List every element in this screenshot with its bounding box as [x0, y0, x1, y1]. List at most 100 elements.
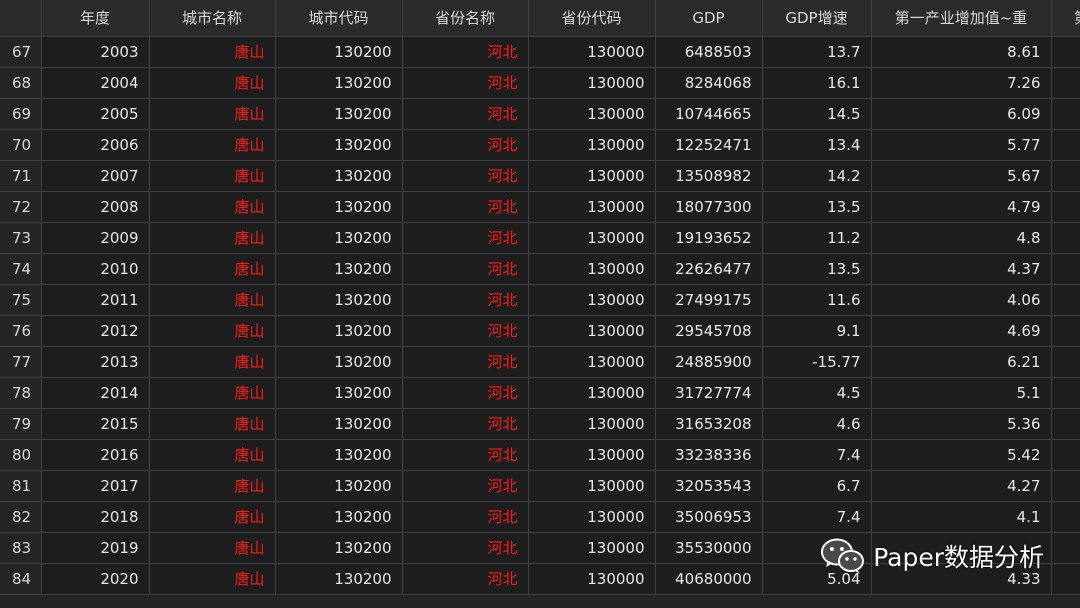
- cell-year[interactable]: 2014: [41, 377, 150, 409]
- cell-primary-industry[interactable]: 4.8: [871, 222, 1052, 254]
- cell-city-name[interactable]: 唐山: [149, 439, 276, 471]
- cell-gdp-growth[interactable]: 13.5: [762, 191, 872, 223]
- cell-city-code[interactable]: 130200: [275, 284, 403, 316]
- cell-city-code[interactable]: 130200: [275, 253, 403, 285]
- cell-province-code[interactable]: 130000: [528, 67, 656, 99]
- row-index[interactable]: 81: [0, 470, 42, 502]
- table-row[interactable]: 73 2009 唐山 130200 河北 130000 19193652 11.2 4.8: [0, 222, 1080, 254]
- cell-city-name[interactable]: 唐山: [149, 36, 276, 68]
- row-index[interactable]: 84: [0, 563, 42, 595]
- cell-primary-industry[interactable]: 6.09: [871, 98, 1052, 130]
- cell-primary-industry[interactable]: 7.26: [871, 67, 1052, 99]
- cell-city-name[interactable]: 唐山: [149, 377, 276, 409]
- cell-city-name[interactable]: 唐山: [149, 129, 276, 161]
- cell-gdp-growth[interactable]: 4.6: [762, 408, 872, 440]
- cell-city-code[interactable]: 130200: [275, 377, 403, 409]
- cell-city-name[interactable]: 唐山: [149, 222, 276, 254]
- cell-truncated[interactable]: [1051, 67, 1080, 99]
- cell-year[interactable]: 2010: [41, 253, 150, 285]
- cell-truncated[interactable]: [1051, 346, 1080, 378]
- cell-province-name[interactable]: 河北: [402, 346, 529, 378]
- cell-city-code[interactable]: 130200: [275, 315, 403, 347]
- column-header-index[interactable]: [0, 0, 42, 37]
- cell-gdp[interactable]: 22626477: [655, 253, 763, 285]
- cell-primary-industry[interactable]: 4.69: [871, 315, 1052, 347]
- cell-truncated[interactable]: [1051, 377, 1080, 409]
- cell-truncated[interactable]: [1051, 284, 1080, 316]
- cell-truncated[interactable]: [1051, 36, 1080, 68]
- cell-city-code[interactable]: 130200: [275, 98, 403, 130]
- cell-gdp[interactable]: 19193652: [655, 222, 763, 254]
- cell-city-name[interactable]: 唐山: [149, 315, 276, 347]
- cell-province-code[interactable]: 130000: [528, 191, 656, 223]
- row-index[interactable]: 70: [0, 129, 42, 161]
- cell-gdp[interactable]: 27499175: [655, 284, 763, 316]
- cell-province-code[interactable]: 130000: [528, 98, 656, 130]
- cell-gdp-growth[interactable]: [762, 532, 872, 564]
- column-header[interactable]: GDP: [655, 0, 763, 37]
- cell-province-code[interactable]: 130000: [528, 315, 656, 347]
- cell-city-code[interactable]: 130200: [275, 346, 403, 378]
- table-row[interactable]: 81 2017 唐山 130200 河北 130000 32053543 6.7 4.27: [0, 470, 1080, 502]
- column-header[interactable]: 第一产业增加值~重: [871, 0, 1052, 37]
- cell-truncated[interactable]: [1051, 501, 1080, 533]
- cell-gdp[interactable]: 35006953: [655, 501, 763, 533]
- table-row[interactable]: 77 2013 唐山 130200 河北 130000 24885900 -15.77 6.21: [0, 346, 1080, 378]
- cell-city-code[interactable]: 130200: [275, 160, 403, 192]
- table-row[interactable]: 84 2020 唐山 130200 河北 130000 40680000 5.04 4.33: [0, 563, 1080, 595]
- cell-gdp[interactable]: 10744665: [655, 98, 763, 130]
- column-header[interactable]: 省份名称: [402, 0, 529, 37]
- column-header[interactable]: GDP增速: [762, 0, 872, 37]
- cell-primary-industry[interactable]: 5.77: [871, 129, 1052, 161]
- cell-province-name[interactable]: 河北: [402, 563, 529, 595]
- cell-primary-industry[interactable]: 4.79: [871, 191, 1052, 223]
- cell-truncated[interactable]: [1051, 315, 1080, 347]
- cell-primary-industry[interactable]: 4.06: [871, 284, 1052, 316]
- cell-city-name[interactable]: 唐山: [149, 253, 276, 285]
- table-row[interactable]: 72 2008 唐山 130200 河北 130000 18077300 13.5 4.79: [0, 191, 1080, 223]
- cell-year[interactable]: 2003: [41, 36, 150, 68]
- table-row[interactable]: 79 2015 唐山 130200 河北 130000 31653208 4.6 5.36: [0, 408, 1080, 440]
- cell-city-name[interactable]: 唐山: [149, 501, 276, 533]
- cell-year[interactable]: 2017: [41, 470, 150, 502]
- cell-city-name[interactable]: 唐山: [149, 67, 276, 99]
- table-row[interactable]: 68 2004 唐山 130200 河北 130000 8284068 16.1 7.26: [0, 67, 1080, 99]
- cell-gdp-growth[interactable]: 11.6: [762, 284, 872, 316]
- cell-province-name[interactable]: 河北: [402, 222, 529, 254]
- cell-year[interactable]: 2005: [41, 98, 150, 130]
- cell-year[interactable]: 2008: [41, 191, 150, 223]
- cell-truncated[interactable]: [1051, 563, 1080, 595]
- cell-city-name[interactable]: 唐山: [149, 346, 276, 378]
- cell-primary-industry[interactable]: 4.33: [871, 563, 1052, 595]
- cell-primary-industry[interactable]: 5.36: [871, 408, 1052, 440]
- cell-truncated[interactable]: [1051, 129, 1080, 161]
- cell-city-code[interactable]: 130200: [275, 563, 403, 595]
- cell-gdp-growth[interactable]: 16.1: [762, 67, 872, 99]
- cell-gdp[interactable]: 31727774: [655, 377, 763, 409]
- table-row[interactable]: 74 2010 唐山 130200 河北 130000 22626477 13.5 4.37: [0, 253, 1080, 285]
- cell-gdp[interactable]: 24885900: [655, 346, 763, 378]
- cell-city-code[interactable]: 130200: [275, 67, 403, 99]
- cell-province-name[interactable]: 河北: [402, 36, 529, 68]
- cell-year[interactable]: 2019: [41, 532, 150, 564]
- cell-province-code[interactable]: 130000: [528, 439, 656, 471]
- table-row[interactable]: 71 2007 唐山 130200 河北 130000 13508982 14.2 5.67: [0, 160, 1080, 192]
- cell-gdp-growth[interactable]: 13.7: [762, 36, 872, 68]
- cell-province-code[interactable]: 130000: [528, 129, 656, 161]
- cell-year[interactable]: 2006: [41, 129, 150, 161]
- column-header[interactable]: 省份代码: [528, 0, 656, 37]
- cell-province-code[interactable]: 130000: [528, 346, 656, 378]
- table-row[interactable]: 76 2012 唐山 130200 河北 130000 29545708 9.1 4.69: [0, 315, 1080, 347]
- cell-city-code[interactable]: 130200: [275, 191, 403, 223]
- row-index[interactable]: 69: [0, 98, 42, 130]
- cell-city-name[interactable]: 唐山: [149, 191, 276, 223]
- cell-city-code[interactable]: 130200: [275, 439, 403, 471]
- cell-gdp[interactable]: 8284068: [655, 67, 763, 99]
- cell-gdp[interactable]: 12252471: [655, 129, 763, 161]
- cell-year[interactable]: 2004: [41, 67, 150, 99]
- cell-city-code[interactable]: 130200: [275, 36, 403, 68]
- column-header[interactable]: 城市代码: [275, 0, 403, 37]
- cell-province-name[interactable]: 河北: [402, 129, 529, 161]
- cell-province-code[interactable]: 130000: [528, 563, 656, 595]
- row-index[interactable]: 79: [0, 408, 42, 440]
